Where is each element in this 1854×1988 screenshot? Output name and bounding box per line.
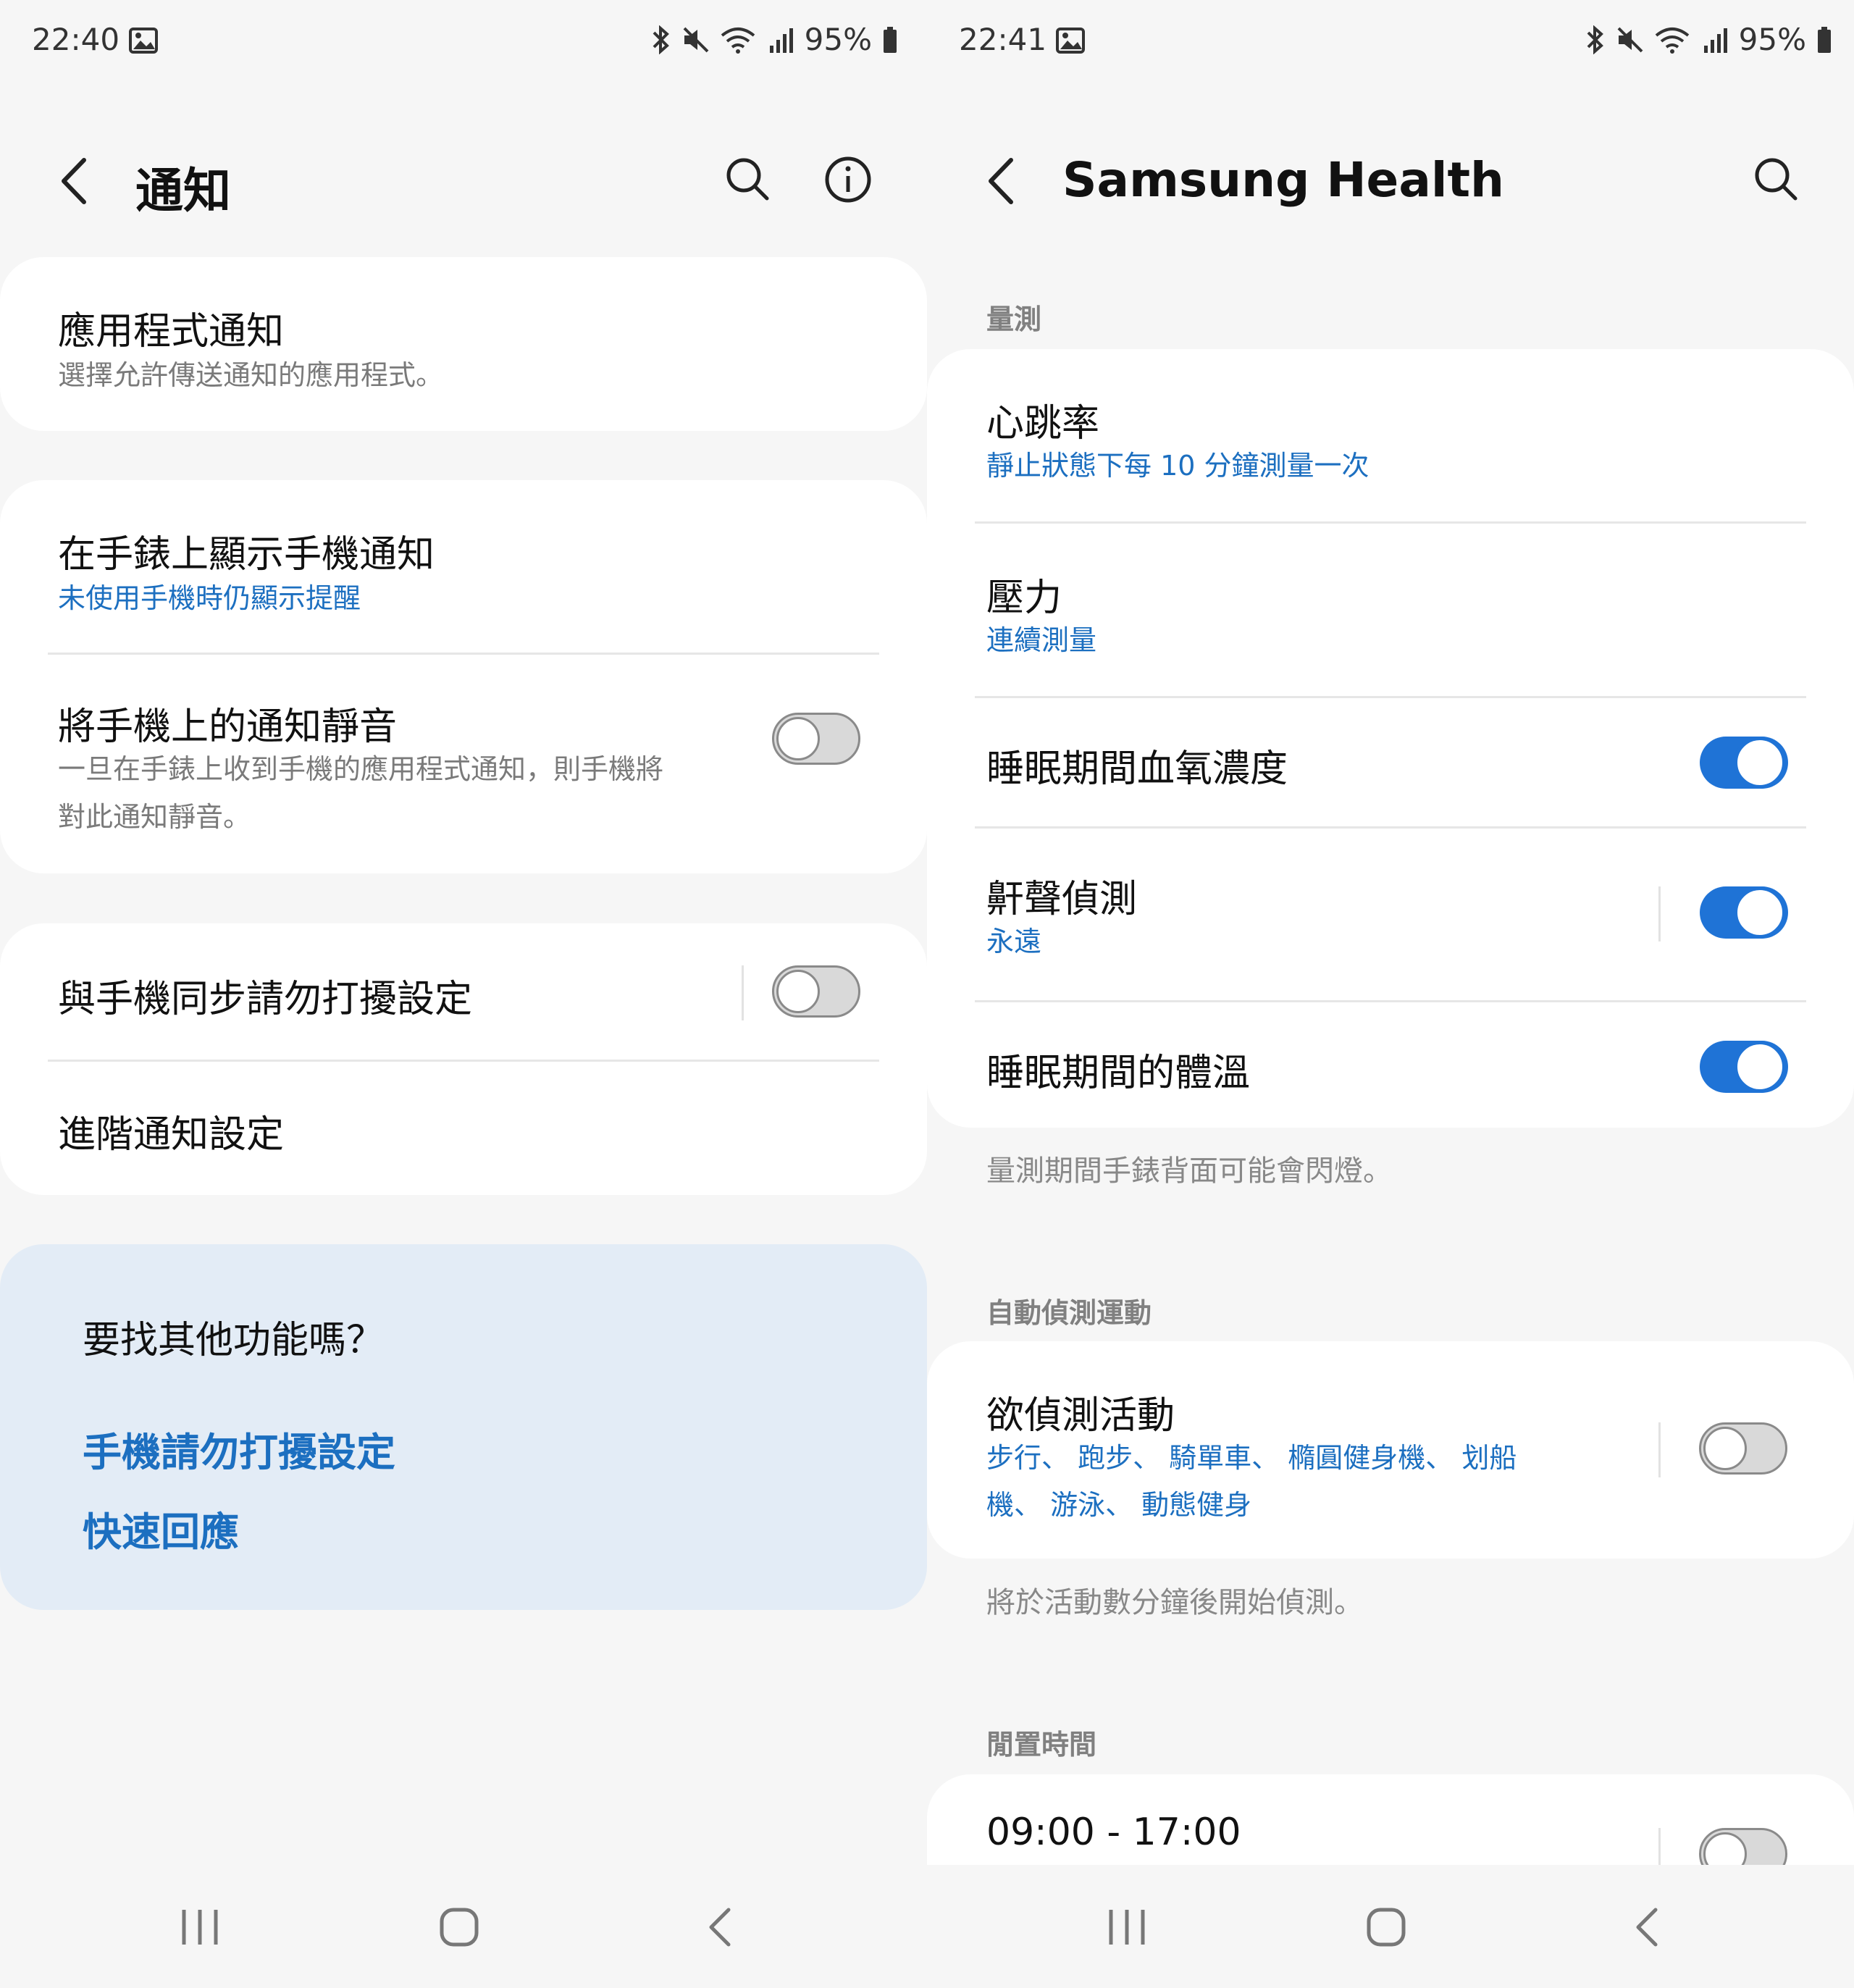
nav-back-button[interactable] <box>1632 1907 1661 1947</box>
mute-on-phone-item[interactable]: 將手機上的通知靜音 一旦在手錶上收到手機的應用程式通知，則手機將 對此通知靜音。 <box>0 655 927 873</box>
search-button[interactable] <box>1753 156 1799 202</box>
item-subtitle-line2: 對此通知靜音。 <box>58 801 251 833</box>
snore-detection-item[interactable]: 鼾聲偵測 永遠 <box>927 829 1854 1001</box>
page-title: 通知 <box>135 163 231 219</box>
item-title: 應用程式通知 <box>58 310 285 353</box>
recents-icon <box>1109 1910 1145 1945</box>
phone-notif-card: 在手錶上顯示手機通知 未使用手機時仍顯示提醒 將手機上的通知靜音 一旦在手錶上收… <box>0 480 927 873</box>
item-title: 將手機上的通知靜音 <box>58 705 398 749</box>
item-subtitle-line1: 一旦在手錶上收到手機的應用程式通知，則手機將 <box>58 753 664 785</box>
search-button[interactable] <box>724 156 771 202</box>
separator <box>742 965 744 1020</box>
advanced-notif-item[interactable]: 進階通知設定 <box>0 1062 927 1195</box>
separator <box>1658 886 1661 941</box>
phone-dnd-link[interactable]: 手機請勿打擾設定 <box>83 1420 395 1477</box>
mute-icon <box>681 25 710 54</box>
wifi-icon <box>721 25 758 54</box>
measurement-note: 量測期間手錶背面可能會閃燈。 <box>986 1154 1392 1188</box>
notifications-screen: 22:40 95% 通知 應用程式通知 選擇允許傳送通知的應用程式。 在手錶上顯… <box>0 0 927 1988</box>
recents-button[interactable] <box>1104 1907 1150 1947</box>
item-title: 與手機同步請勿打擾設定 <box>58 978 473 1021</box>
skin-temperature-item[interactable]: 睡眠期間的體溫 <box>927 1002 1854 1128</box>
signal-icon <box>1703 25 1729 54</box>
item-subtitle: 選擇允許傳送通知的應用程式。 <box>58 359 444 391</box>
item-subtitle: 連續測量 <box>986 624 1097 656</box>
measurement-card: 心跳率 靜止狀態下每 10 分鐘測量一次 壓力 連續測量 睡眠期間血氧濃度 鼾聲… <box>927 349 1854 1128</box>
blood-oxygen-toggle[interactable] <box>1700 737 1788 789</box>
gallery-icon <box>129 28 158 54</box>
item-title: 欲偵測活動 <box>986 1394 1175 1438</box>
item-title: 壓力 <box>986 576 1062 620</box>
auto-detect-note: 將於活動數分鐘後開始偵測。 <box>986 1586 1363 1619</box>
gallery-icon <box>1056 28 1085 54</box>
item-subtitle-line2: 機、 游泳、 動態健身 <box>986 1489 1252 1521</box>
item-title: 鼾聲偵測 <box>986 878 1138 921</box>
item-title: 進階通知設定 <box>58 1113 285 1157</box>
status-icons: 95% <box>651 22 898 57</box>
sync-dnd-item[interactable]: 與手機同步請勿打擾設定 <box>0 923 927 1061</box>
item-title: 睡眠期間血氧濃度 <box>986 747 1288 791</box>
item-subtitle: 靜止狀態下每 10 分鐘測量一次 <box>986 450 1369 482</box>
suggestions-heading: 要找其他功能嗎？ <box>83 1319 385 1362</box>
info-button[interactable] <box>824 156 872 204</box>
mute-icon <box>1616 25 1645 54</box>
back-button[interactable] <box>983 156 1020 206</box>
bluetooth-icon <box>1585 25 1606 54</box>
dnd-card: 與手機同步請勿打擾設定 進階通知設定 <box>0 923 927 1195</box>
navigation-bar <box>927 1865 1854 1988</box>
battery-icon <box>1816 25 1832 54</box>
heart-rate-item[interactable]: 心跳率 靜止狀態下每 10 分鐘測量一次 <box>927 349 1854 523</box>
samsung-health-screen: 22:41 95% Samsung Health 量測 心跳率 靜止狀態下每 1… <box>927 0 1854 1988</box>
signal-icon <box>768 25 794 54</box>
bluetooth-icon <box>651 25 671 54</box>
home-icon <box>440 1908 479 1947</box>
back-icon <box>709 1908 731 1947</box>
item-subtitle: 未使用手機時仍顯示提醒 <box>58 582 361 614</box>
back-button[interactable] <box>56 156 93 206</box>
separator <box>1658 1422 1661 1477</box>
stress-item[interactable]: 壓力 連續測量 <box>927 524 1854 697</box>
idle-time-range: 09:00 - 17:00 <box>986 1811 1241 1854</box>
separator <box>1658 1828 1661 1865</box>
item-subtitle: 永遠 <box>986 926 1042 957</box>
home-button[interactable] <box>439 1907 479 1947</box>
app-notifications-item[interactable]: 應用程式通知 選擇允許傳送通知的應用程式。 <box>0 257 927 431</box>
home-icon <box>1367 1908 1406 1947</box>
recents-icon <box>182 1910 218 1945</box>
section-label-idle-time: 閒置時間 <box>986 1729 1097 1761</box>
item-title: 心跳率 <box>986 402 1100 445</box>
home-button[interactable] <box>1366 1907 1406 1947</box>
show-phone-notifs-item[interactable]: 在手錶上顯示手機通知 未使用手機時仍顯示提醒 <box>0 480 927 654</box>
search-icon <box>1755 158 1798 201</box>
status-time: 22:41 <box>959 22 1047 57</box>
blood-oxygen-item[interactable]: 睡眠期間血氧濃度 <box>927 698 1854 827</box>
status-time: 22:40 <box>32 22 120 57</box>
auto-detect-card[interactable]: 欲偵測活動 步行、 跑步、 騎單車、 橢圓健身機、 划船 機、 游泳、 動態健身 <box>927 1341 1854 1559</box>
suggestions-card: 要找其他功能嗎？ 手機請勿打擾設定 快速回應 <box>0 1244 927 1610</box>
item-title: 在手錶上顯示手機通知 <box>58 533 435 576</box>
battery-icon <box>882 25 898 54</box>
skin-temperature-toggle[interactable] <box>1700 1041 1788 1093</box>
navigation-bar <box>0 1865 927 1988</box>
search-icon <box>726 158 769 201</box>
battery-percent: 95% <box>804 22 872 57</box>
idle-time-card[interactable]: 09:00 - 17:00 <box>927 1774 1854 1880</box>
recents-button[interactable] <box>177 1907 223 1947</box>
section-label-auto-detect: 自動偵測運動 <box>986 1297 1152 1329</box>
mute-on-phone-toggle[interactable] <box>772 713 860 765</box>
page-title: Samsung Health <box>1062 152 1505 208</box>
item-title: 睡眠期間的體溫 <box>986 1052 1251 1095</box>
item-subtitle-line1: 步行、 跑步、 騎單車、 橢圓健身機、 划船 <box>986 1442 1517 1474</box>
info-icon <box>825 156 871 203</box>
status-icons: 95% <box>1585 22 1832 57</box>
battery-percent: 95% <box>1738 22 1806 57</box>
nav-back-button[interactable] <box>705 1907 734 1947</box>
quick-responses-link[interactable]: 快速回應 <box>83 1500 239 1557</box>
auto-detect-toggle[interactable] <box>1699 1422 1787 1475</box>
sync-dnd-toggle[interactable] <box>772 965 860 1018</box>
wifi-icon <box>1655 25 1692 54</box>
section-label-measurement: 量測 <box>986 303 1042 335</box>
back-icon <box>1636 1908 1658 1947</box>
snore-detection-toggle[interactable] <box>1700 886 1788 939</box>
